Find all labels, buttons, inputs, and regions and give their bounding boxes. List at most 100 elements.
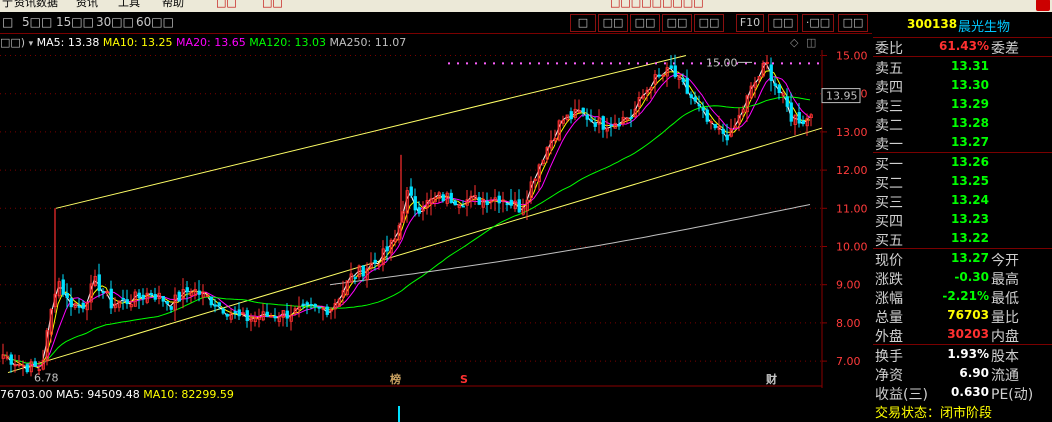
candle [789, 102, 793, 122]
period-button[interactable]: □ [2, 14, 13, 31]
dropdown-icon[interactable]: ▾ [29, 39, 34, 49]
candle [777, 84, 781, 94]
toolbar-button[interactable]: □□ [768, 14, 798, 32]
candle [449, 192, 453, 203]
candle [509, 199, 513, 206]
ask-row: 卖二 13.28 [873, 114, 1052, 134]
event-marker[interactable]: 财 [765, 372, 777, 386]
stat-row: 净资 6.90 流通 [873, 364, 1052, 384]
volume-ma10: MA10: 82299.59 [143, 388, 234, 401]
toolbar-button[interactable]: □□ [630, 14, 660, 32]
bid-row: 买四 13.23 [873, 210, 1052, 230]
candle [385, 246, 389, 252]
menu-item[interactable]: 亍 [2, 0, 13, 9]
toolbar-button[interactable]: ·□□ [802, 14, 834, 32]
stat-value: 13.27 [951, 251, 989, 265]
candle [617, 124, 621, 127]
price-tick: 12.00 [836, 164, 868, 177]
expand-icon[interactable]: ◫ [806, 36, 816, 49]
candle [417, 207, 421, 214]
bid-row: 买二 13.25 [873, 172, 1052, 192]
candle [217, 302, 221, 307]
candle [209, 296, 213, 306]
candle [225, 314, 229, 317]
ask-value: 13.27 [951, 135, 989, 149]
bid-label: 买三 [875, 195, 903, 211]
menu-item-news[interactable]: 资讯 [76, 0, 98, 9]
toolbar: □ 5□□ 15□□ 30□□ 60□□ □ □□ □□ □□ □□ F10 □… [0, 12, 872, 34]
stat-row: 收益(三) 0.630 PE(动) [873, 383, 1052, 403]
stat-label2: 今开 [991, 253, 1019, 269]
toolbar-button[interactable]: □□ [694, 14, 724, 32]
ask-row: 卖五 13.31 [873, 57, 1052, 77]
period-60m[interactable]: 60□□ [136, 14, 174, 31]
period-5m[interactable]: 5□□ [22, 14, 52, 31]
candle [361, 265, 365, 277]
candle [81, 302, 85, 309]
stat-label: 涨跌 [875, 272, 903, 288]
app-corner-icon[interactable] [1036, 0, 1050, 11]
ask-value: 13.31 [951, 59, 989, 73]
title-mark: □□ [216, 0, 237, 9]
stat-value: 6.90 [959, 366, 989, 380]
bid-value: 13.24 [951, 193, 989, 207]
low-label: 6.78 [34, 372, 59, 385]
high-label: 15.00 [706, 56, 738, 69]
stat-label2: 量比 [991, 310, 1019, 326]
candle [785, 96, 789, 107]
candle [629, 116, 633, 119]
volume-pane[interactable] [0, 402, 822, 422]
diamond-icon[interactable]: ◇ [790, 36, 798, 49]
f10-button[interactable]: F10 [736, 14, 764, 32]
ma250-label: MA250: 11.07 [329, 36, 407, 49]
candle [309, 304, 313, 306]
toolbar-button[interactable]: □□ [838, 14, 868, 32]
menu-item-data[interactable]: 资讯数据 [14, 0, 58, 9]
candle [33, 361, 37, 367]
stat-label: 收益(三) [875, 387, 928, 403]
candle [601, 116, 605, 130]
candle [505, 203, 509, 206]
menu-item-help[interactable]: 帮助 [162, 0, 184, 9]
toolbar-button[interactable]: □□ [598, 14, 628, 32]
price-tick: 13.00 [836, 126, 868, 139]
ask-row: 卖一 13.27 [873, 133, 1052, 153]
candle [669, 65, 673, 69]
candle [325, 306, 329, 315]
menu-item-tools[interactable]: 工具 [118, 0, 140, 9]
candle [373, 259, 377, 263]
stock-name: 晨光生物 [958, 20, 1011, 35]
ask-value: 13.30 [951, 78, 989, 92]
candle [125, 299, 129, 305]
candle [685, 77, 689, 94]
candle [61, 279, 65, 295]
event-marker[interactable]: 榜 [390, 372, 401, 386]
stat-value: -0.30 [954, 270, 989, 284]
title-mark: □□□□ [662, 0, 704, 9]
toolbar-button[interactable]: □ [570, 14, 596, 32]
candle [301, 303, 305, 306]
candle [121, 297, 125, 300]
kline-chart[interactable]: 15.006.78榜S财 15.0014.0013.0012.0011.0010… [0, 50, 872, 388]
ask-label: 卖五 [875, 61, 903, 77]
period-30m[interactable]: 30□□ [96, 14, 134, 31]
candle [453, 200, 457, 206]
event-marker[interactable]: S [460, 373, 468, 386]
stat-value: 0.630 [951, 385, 989, 399]
ask-label: 卖一 [875, 137, 903, 153]
candle [109, 288, 113, 309]
candle [97, 274, 101, 291]
stat-label2: 最低 [991, 291, 1019, 307]
stock-header: 300138 晨光生物 [873, 12, 1052, 38]
candle [721, 128, 725, 134]
stat-row: 外盘 30203 内盘 [873, 325, 1052, 345]
candle [497, 195, 501, 204]
toolbar-button[interactable]: □□ [662, 14, 692, 32]
weibi-value: 61.43% [939, 39, 989, 53]
stat-row: 现价 13.27 今开 [873, 249, 1052, 269]
stat-label: 换手 [875, 349, 903, 365]
candle [65, 292, 69, 299]
stat-label2: 内盘 [991, 329, 1019, 345]
period-15m[interactable]: 15□□ [56, 14, 94, 31]
volume-legend: 76703.00 MA5: 94509.48 MA10: 82299.59 [0, 388, 234, 401]
